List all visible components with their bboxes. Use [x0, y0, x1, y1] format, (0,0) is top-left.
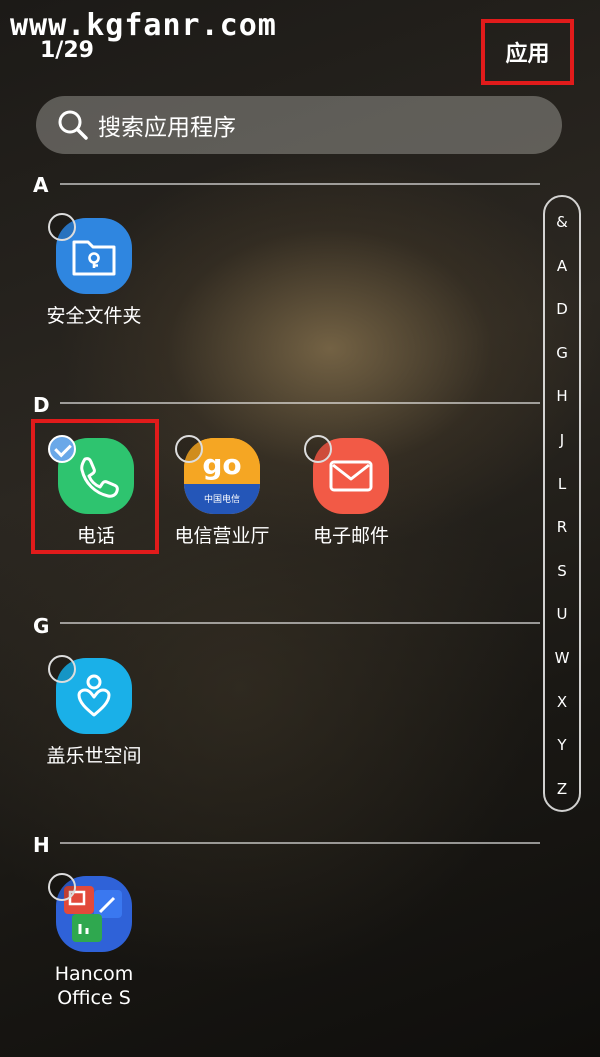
index-letter[interactable]: L: [558, 475, 566, 493]
app-label-galaxy-space: 盖乐世空间: [46, 745, 142, 767]
index-letter[interactable]: R: [557, 518, 567, 536]
alphabet-index-bar[interactable]: & A D G H J L R S U W X Y Z: [543, 195, 581, 812]
index-letter[interactable]: Y: [557, 736, 566, 754]
select-circle-galaxy-space[interactable]: [48, 655, 76, 683]
section-letter-d: D: [33, 393, 50, 417]
section-letter-h: H: [33, 833, 50, 857]
phone-highlight-frame: [31, 419, 159, 554]
index-letter[interactable]: &: [556, 213, 568, 231]
section-letter-a: A: [33, 173, 49, 197]
select-circle-secure-folder[interactable]: [48, 213, 76, 241]
app-label-hancom-office: Hancom Office S: [29, 962, 159, 1010]
index-letter[interactable]: J: [560, 431, 564, 449]
index-letter[interactable]: Z: [557, 780, 567, 798]
search-icon: [58, 110, 88, 140]
index-letter[interactable]: D: [556, 300, 568, 318]
index-letter[interactable]: H: [556, 387, 567, 405]
app-hancom-office[interactable]: Hancom Office S: [29, 876, 159, 1010]
telecom-logo-text: go: [202, 447, 242, 481]
search-placeholder: 搜索应用程序: [98, 115, 236, 141]
section-divider-h: [60, 842, 540, 844]
section-letter-g: G: [33, 614, 50, 638]
search-bar[interactable]: 搜索应用程序: [36, 96, 562, 154]
app-label-secure-folder: 安全文件夹: [46, 305, 142, 327]
app-label-hancom-line2: Office S: [57, 987, 131, 1009]
index-letter[interactable]: W: [555, 649, 570, 667]
app-label-telecom-hall: 电信营业厅: [174, 525, 270, 547]
index-letter[interactable]: G: [556, 344, 568, 362]
section-divider-a: [60, 183, 540, 185]
page-counter: 1/29: [40, 38, 94, 63]
section-divider-g: [60, 622, 540, 624]
select-circle-telecom-hall[interactable]: [175, 435, 203, 463]
index-letter[interactable]: X: [557, 693, 567, 711]
app-label-email: 电子邮件: [312, 525, 389, 547]
telecom-brand-text: 中国电信: [203, 495, 240, 505]
select-circle-email[interactable]: [304, 435, 332, 463]
index-letter[interactable]: S: [557, 562, 567, 580]
select-circle-hancom-office[interactable]: [48, 873, 76, 901]
index-letter[interactable]: A: [557, 257, 567, 275]
app-secure-folder[interactable]: 安全文件夹: [29, 218, 159, 329]
app-label-hancom-line1: Hancom: [54, 963, 134, 985]
section-divider-d: [60, 402, 540, 404]
apps-button[interactable]: 应用: [481, 19, 574, 85]
index-letter[interactable]: U: [557, 605, 568, 623]
